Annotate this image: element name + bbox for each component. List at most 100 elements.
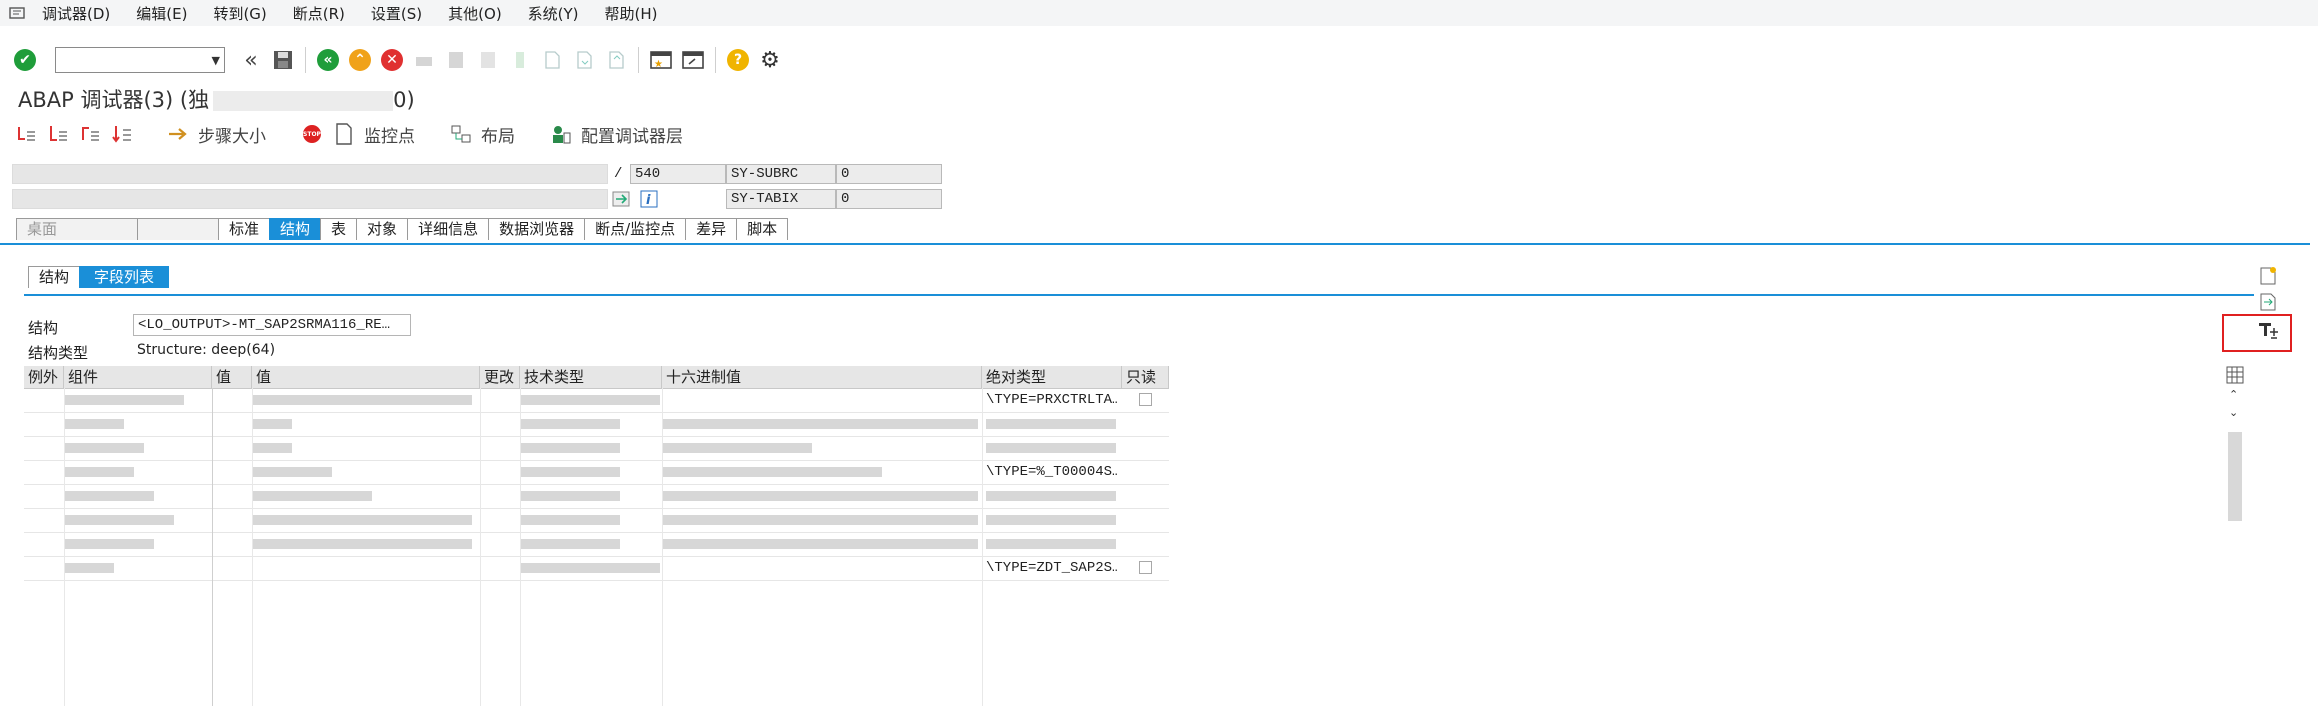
tab-desktop-2[interactable] [137,218,219,240]
absolute-type-cell: \TYPE=PRXCTRLTA… [986,392,1118,408]
menu-edit[interactable]: 编辑(E) [136,3,187,24]
col-component[interactable]: 组件 [64,366,212,388]
table-row[interactable] [24,436,1169,461]
tab-objects[interactable]: 对象 [356,218,409,240]
menu-other[interactable]: 其他(O) [448,3,502,24]
standard-toolbar: ✔ ▼ « « ⌃ ✕ ★ ? ⚙ [0,44,2318,76]
find-next-icon[interactable] [475,47,501,73]
subtab-structure[interactable]: 结构 [28,266,81,288]
subtab-field-list[interactable]: 字段列表 [79,266,170,288]
tab-table[interactable]: 表 [320,218,358,240]
structure-type-label: 结构类型 [28,344,89,362]
table-settings-icon[interactable] [2226,366,2244,384]
readonly-checkbox[interactable] [1139,561,1152,574]
table-row[interactable] [24,508,1169,533]
single-step-icon[interactable] [14,123,38,145]
tab-structure[interactable]: 结构 [269,218,322,240]
col-readonly[interactable]: 只读 [1122,366,1169,388]
col-absolute-type[interactable]: 绝对类型 [982,366,1122,388]
program-field [12,164,608,184]
col-exception[interactable]: 例外 [24,366,64,388]
scroll-down-icon[interactable]: ⌄ [2229,406,2238,419]
step-size-button[interactable]: 步骤大小 [198,122,266,147]
exit-icon[interactable]: ⌃ [347,47,373,73]
tab-script[interactable]: 脚本 [736,218,789,240]
table-row[interactable] [24,532,1169,557]
table-row[interactable] [24,484,1169,509]
watchpoint-icon[interactable] [332,123,356,145]
find-icon[interactable] [443,47,469,73]
absolute-type-cell: \TYPE=ZDT_SAP2S… [986,560,1118,576]
layout-button[interactable]: 布局 [481,122,515,147]
structure-input[interactable]: <LO_OUTPUT>-MT_SAP2SRMA116_RE… [133,314,411,336]
help-icon[interactable]: ? [725,47,751,73]
sub-tabs-underline [24,294,2254,296]
save-icon[interactable] [270,47,296,73]
tab-breakpoints[interactable]: 断点/监控点 [584,218,687,240]
shortcut-icon[interactable] [680,47,706,73]
debugger-toolbar: 步骤大小 STOP 监控点 布局 配置调试器层 [14,120,717,148]
tool-services-icon[interactable] [2256,320,2280,342]
swap-tool-icon[interactable] [2258,292,2280,312]
sy-tabix-value: 0 [836,189,942,209]
continue-icon[interactable] [110,123,134,145]
include-field [12,189,608,209]
menu-debugger[interactable]: 调试器(D) [42,3,110,24]
print-icon[interactable] [411,47,437,73]
main-tabs-underline [0,243,2310,245]
table-row[interactable] [24,412,1169,437]
menu-breakpoints[interactable]: 断点(R) [293,3,345,24]
sy-subrc-value: 0 [836,164,942,184]
tab-diff[interactable]: 差异 [685,218,738,240]
layout-icon[interactable] [449,123,473,145]
table-scrollbar[interactable]: ⌃ ⌄ [2226,366,2244,521]
col-changed[interactable]: 更改 [480,366,520,388]
new-session-icon[interactable]: ★ [648,47,674,73]
toolbar-separator [715,47,716,73]
info-icon[interactable]: i [640,190,658,208]
settings-icon[interactable]: ⚙ [757,47,783,73]
last-page-icon[interactable] [603,47,629,73]
tab-desktop[interactable]: 桌面 [16,218,138,240]
tab-standard[interactable]: 标准 [218,218,271,240]
menu-system[interactable]: 系统(Y) [528,3,579,24]
step-size-icon[interactable] [166,123,190,145]
configure-layers-button[interactable]: 配置调试器层 [581,122,683,147]
configure-layers-icon[interactable] [549,123,573,145]
stop-icon[interactable]: STOP [300,123,324,145]
check-icon[interactable]: ✔ [12,47,38,73]
menu-settings[interactable]: 设置(S) [371,3,422,24]
table-row[interactable]: \TYPE=ZDT_SAP2S… [24,556,1169,581]
tab-data-explorer[interactable]: 数据浏览器 [488,218,586,240]
cancel-icon[interactable]: ✕ [379,47,405,73]
line-number-field: 540 [630,164,726,184]
watchpoint-button[interactable]: 监控点 [364,122,415,147]
first-page-icon[interactable] [507,47,533,73]
col-hex-value[interactable]: 十六进制值 [662,366,982,388]
return-icon[interactable] [78,123,102,145]
back-icon[interactable]: « [315,47,341,73]
navigate-icon[interactable] [612,190,630,208]
menu-help[interactable]: 帮助(H) [605,3,658,24]
new-tool-icon[interactable] [2258,266,2280,286]
command-field[interactable]: ▼ [55,47,225,73]
table-row[interactable]: \TYPE=%_T00004S… [24,460,1169,485]
tab-details[interactable]: 详细信息 [407,218,490,240]
prev-page-icon[interactable] [539,47,565,73]
menu-goto[interactable]: 转到(G) [213,3,266,24]
scroll-thumb[interactable] [2228,432,2242,521]
menu-list-icon[interactable] [8,5,28,21]
readonly-checkbox[interactable] [1139,393,1152,406]
col-value[interactable]: 值 [252,366,480,388]
svg-text:i: i [646,193,651,208]
scroll-up-icon[interactable]: ⌃ [2229,388,2238,401]
col-tech-type[interactable]: 技术类型 [520,366,662,388]
execute-step-icon[interactable] [46,123,70,145]
col-value-icon[interactable]: 值 [212,366,252,388]
table-row[interactable]: \TYPE=PRXCTRLTA… [24,388,1169,413]
field-list-table: 例外 组件 值 值 更改 技术类型 十六进制值 绝对类型 只读 \TYPE=PR… [24,366,1169,706]
table-header: 例外 组件 值 值 更改 技术类型 十六进制值 绝对类型 只读 [24,366,1169,389]
main-tabs: 桌面 标准 结构 表 对象 详细信息 数据浏览器 断点/监控点 差异 脚本 [16,218,789,240]
collapse-icon[interactable]: « [238,47,264,73]
next-page-icon[interactable] [571,47,597,73]
